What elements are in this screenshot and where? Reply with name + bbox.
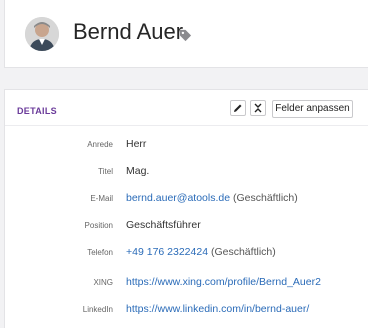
customize-fields-button[interactable]: Felder anpassen [272, 100, 353, 118]
linkedin-link[interactable]: https://www.linkedin.com/in/bernd-auer/ [126, 303, 309, 315]
field-row-title: Titel Mag. [5, 163, 368, 183]
field-label: Telefon [87, 248, 113, 257]
details-section-title: DETAILS [17, 106, 57, 116]
xing-link[interactable]: https://www.xing.com/profile/Bernd_Auer2 [126, 276, 321, 288]
field-row-linkedin: LinkedIn https://www.linkedin.com/in/ber… [5, 301, 368, 321]
field-row-phone: Telefon +49 176 2322424 (Geschäftlich) [5, 244, 368, 264]
field-label: Titel [98, 167, 113, 176]
phone-type: (Geschäftlich) [210, 246, 276, 258]
collapse-icon [254, 103, 262, 113]
avatar[interactable] [25, 17, 59, 51]
field-row-position: Position Geschäftsführer [5, 217, 368, 237]
field-label: Anrede [87, 140, 113, 149]
contact-header: Bernd Auer [4, 0, 368, 68]
pencil-icon [234, 104, 242, 112]
email-link[interactable]: bernd.auer@atools.de [126, 192, 230, 204]
collapse-button[interactable] [250, 100, 266, 116]
email-type: (Geschäftlich) [232, 192, 298, 204]
contact-name: Bernd Auer [73, 19, 184, 44]
field-value-email: bernd.auer@atools.de (Geschäftlich) [126, 192, 298, 204]
field-label: Position [84, 221, 113, 230]
field-value-phone: +49 176 2322424 (Geschäftlich) [126, 246, 276, 258]
field-row-salutation: Anrede Herr [5, 136, 368, 156]
edit-button[interactable] [230, 100, 246, 116]
tag-icon[interactable] [179, 29, 192, 42]
field-row-xing: XING https://www.xing.com/profile/Bernd_… [5, 274, 368, 294]
field-value-linkedin: https://www.linkedin.com/in/bernd-auer/ [126, 303, 309, 315]
phone-link[interactable]: +49 176 2322424 [126, 246, 208, 258]
field-value-salutation[interactable]: Herr [126, 138, 146, 150]
field-row-email: E-Mail bernd.auer@atools.de (Geschäftlic… [5, 190, 368, 210]
field-label: LinkedIn [82, 305, 113, 314]
divider [5, 125, 368, 126]
field-value-xing: https://www.xing.com/profile/Bernd_Auer2 [126, 276, 321, 288]
field-value-position[interactable]: Geschäftsführer [126, 219, 201, 231]
field-value-title[interactable]: Mag. [126, 165, 149, 177]
details-panel: DETAILS Felder anpassen Anrede Herr Tite… [4, 89, 368, 328]
field-label: XING [93, 278, 113, 287]
field-label: E-Mail [90, 194, 113, 203]
